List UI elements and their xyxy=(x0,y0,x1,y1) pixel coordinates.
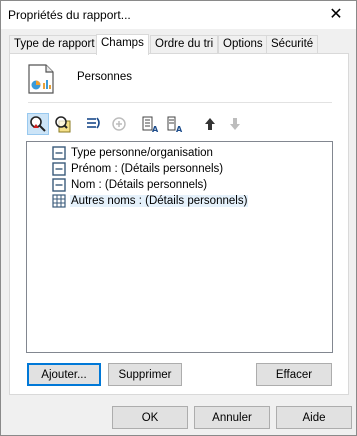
text-format-icon: A xyxy=(142,116,159,133)
insert-field-button[interactable] xyxy=(83,113,105,135)
field-label: Prénom : (Détails personnels) xyxy=(71,163,224,175)
add-field-disabled-icon xyxy=(112,117,126,131)
list-item[interactable]: Prénom : (Détails personnels) xyxy=(52,161,224,177)
window-title: Propriétés du rapport... xyxy=(8,8,131,22)
find-field-button[interactable] xyxy=(27,113,49,135)
cancel-button[interactable]: Annuler xyxy=(194,406,270,429)
ok-button[interactable]: OK xyxy=(112,406,188,429)
report-properties-dialog: Propriétés du rapport... ✕ Type de rappo… xyxy=(0,0,357,436)
field-icon xyxy=(52,178,66,192)
move-down-button[interactable] xyxy=(224,113,246,135)
divider xyxy=(28,102,332,103)
clear-button[interactable]: Effacer xyxy=(256,363,332,386)
find-field-icon xyxy=(30,116,46,132)
list-item[interactable]: Nom : (Détails personnels) xyxy=(52,177,208,193)
report-document-icon xyxy=(28,64,54,94)
add-button[interactable]: Ajouter... xyxy=(27,363,101,386)
tab-sort-order[interactable]: Ordre du tri xyxy=(150,35,219,54)
insert-field-icon xyxy=(87,117,100,129)
move-up-button[interactable] xyxy=(199,113,221,135)
list-item[interactable]: Autres noms : (Détails personnels) xyxy=(52,193,249,209)
move-up-icon xyxy=(205,118,215,130)
svg-text:A: A xyxy=(176,125,183,133)
field-label: Type personne/organisation xyxy=(71,147,213,159)
text-format-button[interactable]: A xyxy=(139,113,161,135)
field-icon xyxy=(52,146,66,160)
move-down-disabled-icon xyxy=(230,118,240,130)
table-field-icon xyxy=(52,194,66,208)
field-icon xyxy=(52,162,66,176)
close-icon[interactable]: ✕ xyxy=(316,1,356,29)
tab-fields[interactable]: Champs xyxy=(96,34,149,55)
tab-security[interactable]: Sécurité xyxy=(266,35,319,54)
add-field-button[interactable] xyxy=(108,113,130,135)
tab-options[interactable]: Options xyxy=(218,35,268,54)
help-button[interactable]: Aide xyxy=(276,406,352,429)
field-label: Nom : (Détails personnels) xyxy=(71,179,208,191)
column-format-icon: A xyxy=(167,116,183,133)
fields-tab-panel: Personnes A A Type personne/organisation… xyxy=(9,53,349,395)
field-properties-icon xyxy=(55,116,71,133)
column-format-button[interactable]: A xyxy=(164,113,186,135)
field-properties-button[interactable] xyxy=(52,113,74,135)
svg-text:A: A xyxy=(152,125,159,133)
report-name: Personnes xyxy=(77,71,132,83)
list-item[interactable]: Type personne/organisation xyxy=(52,145,214,161)
title-bar: Propriétés du rapport... ✕ xyxy=(1,1,356,29)
field-label: Autres noms : (Détails personnels) xyxy=(70,195,249,207)
delete-button[interactable]: Supprimer xyxy=(108,363,182,386)
tab-report-type[interactable]: Type de rapport xyxy=(9,35,100,54)
fields-list[interactable]: Type personne/organisation Prénom : (Dét… xyxy=(26,141,333,353)
